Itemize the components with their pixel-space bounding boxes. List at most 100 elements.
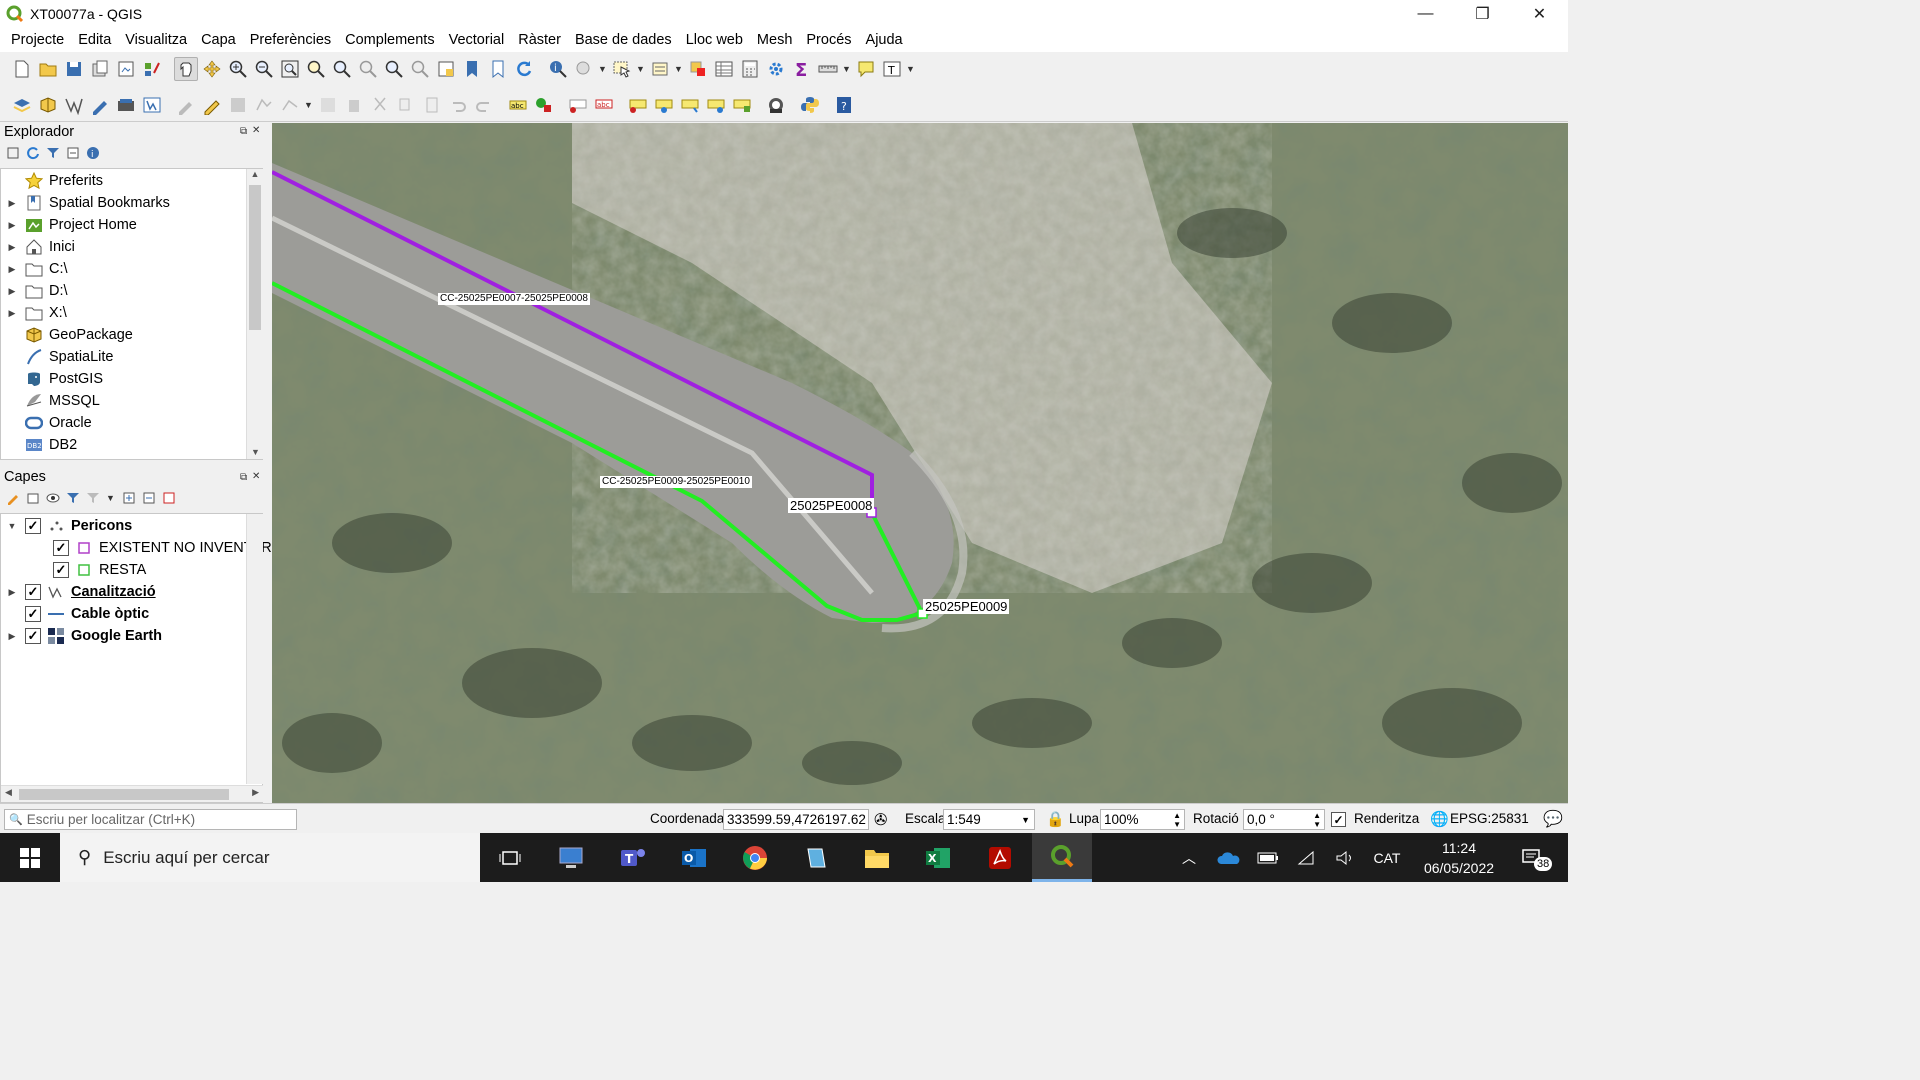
menu-complements[interactable]: Complements: [338, 32, 441, 48]
style-panel-icon[interactable]: [6, 491, 20, 505]
attribute-table-icon[interactable]: [712, 57, 736, 81]
redo-icon[interactable]: [472, 93, 496, 117]
expand-arrow-icon[interactable]: ▶: [7, 587, 17, 598]
crs-button[interactable]: EPSG:25831: [1450, 811, 1529, 826]
layer-visibility-checkbox[interactable]: ✓: [25, 628, 41, 644]
menu-lloc-web[interactable]: Lloc web: [679, 32, 750, 48]
menu-raster[interactable]: Ràster: [511, 32, 568, 48]
browser-item[interactable]: ▶ C:\: [7, 258, 68, 280]
browser-item[interactable]: Oracle: [7, 412, 92, 434]
help-icon[interactable]: ?: [832, 93, 856, 117]
layer-visibility-checkbox[interactable]: ✓: [25, 518, 41, 534]
browser-item[interactable]: ▶ Project Home: [7, 214, 137, 236]
info-icon[interactable]: i: [86, 146, 100, 160]
map-canvas[interactable]: CC-25025PE0007-25025PE0008 CC-25025PE000…: [272, 123, 1568, 803]
panel-float-icon[interactable]: ⧉: [240, 472, 247, 483]
file-explorer-app-icon[interactable]: [847, 833, 907, 882]
menu-proces[interactable]: Procés: [799, 32, 858, 48]
new-shapefile-layer-icon[interactable]: [62, 93, 86, 117]
add-group-icon[interactable]: [26, 491, 40, 505]
teams-app-icon[interactable]: T: [603, 833, 663, 882]
show-hide-labels-icon[interactable]: [652, 93, 676, 117]
rotation-spinbox[interactable]: 0,0 ° ▲ ▼: [1243, 809, 1325, 830]
scroll-thumb[interactable]: [249, 185, 261, 330]
expand-arrow-icon[interactable]: ▶: [7, 220, 17, 231]
save-edits-icon[interactable]: [226, 93, 250, 117]
scale-select[interactable]: 1:549 ▼: [943, 809, 1035, 830]
map-tips-icon[interactable]: [854, 57, 878, 81]
new-project-icon[interactable]: [10, 57, 34, 81]
filter-expression-icon[interactable]: [86, 491, 100, 505]
print-layout-icon[interactable]: [114, 57, 138, 81]
panel-close-icon[interactable]: ✕: [252, 125, 260, 136]
menu-projecte[interactable]: Projecte: [4, 32, 71, 48]
label-properties-icon[interactable]: [730, 93, 754, 117]
menu-preferencies[interactable]: Preferències: [243, 32, 338, 48]
chevron-down-icon[interactable]: ▼: [636, 64, 646, 74]
select-by-value-icon[interactable]: [648, 57, 672, 81]
browser-item[interactable]: ▶ Spatial Bookmarks: [7, 192, 170, 214]
processing-toolbox-icon[interactable]: [764, 57, 788, 81]
cut-features-icon[interactable]: [368, 93, 392, 117]
python-console-icon[interactable]: [798, 93, 822, 117]
virtual-layer-icon[interactable]: [114, 93, 138, 117]
browser-item[interactable]: Preferits: [7, 170, 103, 192]
menu-capa[interactable]: Capa: [194, 32, 243, 48]
browser-item[interactable]: MSSQL: [7, 390, 100, 412]
acrobat-app-icon[interactable]: [970, 833, 1030, 882]
layer-item[interactable]: ▼ ✓ Pericons: [7, 515, 132, 537]
open-project-icon[interactable]: [36, 57, 60, 81]
zoom-next-icon[interactable]: [408, 57, 432, 81]
lock-icon[interactable]: 🔒: [1046, 810, 1065, 828]
save-project-icon[interactable]: [62, 57, 86, 81]
chevron-down-icon[interactable]: ▼: [598, 64, 608, 74]
browser-item[interactable]: ▶ Inici: [7, 236, 75, 258]
browser-item[interactable]: GeoPackage: [7, 324, 133, 346]
modify-attributes-icon[interactable]: [316, 93, 340, 117]
coordinate-toggle-icon[interactable]: ✇: [874, 810, 887, 830]
zoom-last-icon[interactable]: [382, 57, 406, 81]
remove-layer-icon[interactable]: [162, 491, 176, 505]
task-view-icon[interactable]: [480, 833, 540, 882]
toggle-editing-icon[interactable]: [200, 93, 224, 117]
new-bookmark-icon[interactable]: [460, 57, 484, 81]
georeferencer-icon[interactable]: [764, 93, 788, 117]
taskbar-clock[interactable]: 11:24 06/05/2022: [1410, 838, 1508, 878]
filter-legend-icon[interactable]: [66, 491, 80, 505]
remote-desktop-app-icon[interactable]: [542, 833, 602, 882]
zoom-to-selection-icon[interactable]: [304, 57, 328, 81]
digitize-icon[interactable]: [88, 93, 112, 117]
wifi-icon[interactable]: [1293, 833, 1321, 882]
menu-mesh[interactable]: Mesh: [750, 32, 799, 48]
identify-features-icon[interactable]: i: [546, 57, 570, 81]
measure-line-icon[interactable]: [816, 57, 840, 81]
collapse-all-icon[interactable]: [66, 146, 80, 160]
scroll-down-icon[interactable]: ▼: [247, 447, 264, 457]
show-bookmarks-icon[interactable]: [486, 57, 510, 81]
globe-icon[interactable]: 🌐: [1430, 810, 1449, 828]
actions-icon[interactable]: [572, 57, 596, 81]
menu-visualitza[interactable]: Visualitza: [118, 32, 194, 48]
refresh-icon[interactable]: [512, 57, 536, 81]
refresh-icon[interactable]: [26, 146, 40, 160]
panel-float-icon[interactable]: ⧉: [240, 126, 247, 137]
expand-arrow-icon[interactable]: ▶: [7, 242, 17, 253]
minimize-button[interactable]: —: [1397, 0, 1454, 28]
zoom-to-layer-icon[interactable]: [330, 57, 354, 81]
scroll-thumb[interactable]: [19, 789, 229, 800]
scroll-right-icon[interactable]: ▶: [252, 787, 259, 798]
delete-selected-icon[interactable]: [342, 93, 366, 117]
layer-labeling-icon[interactable]: abc: [506, 93, 530, 117]
coordinate-field[interactable]: 333599.59,4726197.62: [723, 809, 869, 830]
chevron-down-icon[interactable]: ▼: [906, 64, 916, 74]
outlook-app-icon[interactable]: O: [664, 833, 724, 882]
new-map-view-icon[interactable]: [434, 57, 458, 81]
layer-item[interactable]: ▶ ✓ Canalització: [7, 581, 156, 603]
field-calculator-icon[interactable]: [738, 57, 762, 81]
pan-to-selection-icon[interactable]: [200, 57, 224, 81]
notification-center-icon[interactable]: 38: [1512, 833, 1553, 882]
current-edits-icon[interactable]: [174, 93, 198, 117]
magnifier-spinbox[interactable]: 100% ▲ ▼: [1100, 809, 1185, 830]
collapse-all-icon[interactable]: [142, 491, 156, 505]
vertex-tool-icon[interactable]: [278, 93, 302, 117]
